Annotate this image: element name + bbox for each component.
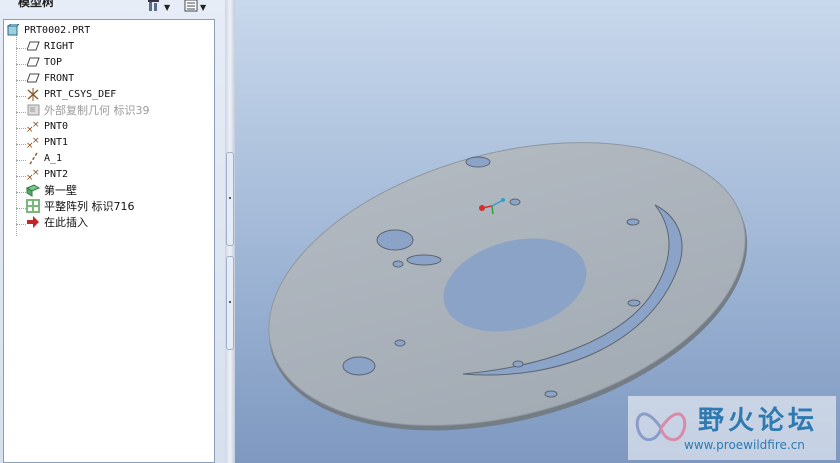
plate-hole [626,218,640,226]
plate-hole [512,360,524,368]
plate-hole [627,299,641,307]
tree-item-insert-here[interactable]: 在此插入 [26,214,88,230]
tree-branch [16,176,26,177]
tree-item-label: PNT0 [44,120,69,132]
tree-branch [16,208,26,209]
plate-hole [406,254,442,266]
tree-item-pnt1[interactable]: × × PNT1 [26,134,68,150]
tree-item-a1[interactable]: A_1 [26,150,62,166]
part-icon [6,23,20,37]
datum-point-icon: × × [26,167,40,181]
pattern-icon [26,199,40,213]
tree-item-label: 第一壁 [44,184,77,197]
tree-branch [16,112,26,113]
tree-item-pnt2[interactable]: × × PNT2 [26,166,68,182]
tree-branch [16,224,26,225]
chevron-down-icon: ▼ [164,2,171,12]
settings-icon [148,0,162,15]
insert-here-arrow-icon [26,215,40,229]
tree-branch [16,96,26,97]
tree-branch [16,160,26,161]
tree-item-label: RIGHT [44,40,75,52]
plate-hole [392,260,404,268]
watermark-url: www.proewildfire.cn [684,438,805,452]
tree-item-external-copy-geometry[interactable]: 外部复制几何 标识39 [26,102,150,118]
tree-item-pattern[interactable]: 平整阵列 标识716 [26,198,135,214]
model-tree-title: 模型树 [18,0,55,9]
tree-columns-icon [184,0,198,15]
butterfly-logo-icon [635,412,687,442]
splitter-sash-lower[interactable] [226,256,234,350]
site-watermark: 野火论坛 www.proewildfire.cn [628,396,836,460]
tree-branch [16,80,26,81]
coordinate-system-icon [26,87,40,101]
tree-item-first-wall[interactable]: 第一壁 [26,182,77,198]
tree-branch [16,128,26,129]
external-copy-geometry-icon [26,103,40,117]
svg-text:×: × [32,120,40,130]
settings-dropdown-button[interactable]: ▼ [148,0,178,14]
tree-branch [16,48,26,49]
tree-item-label: PNT1 [44,136,69,148]
svg-text:×: × [32,168,40,178]
chevron-down-icon: ▼ [200,2,207,12]
tree-root[interactable]: PRT0002.PRT [6,22,90,38]
tree-item-right[interactable]: RIGHT [26,38,74,54]
tree-item-label: TOP [44,56,63,68]
tree-item-label: 平整阵列 标识716 [44,200,135,213]
datum-plane-icon [26,39,40,53]
datum-plane-icon [26,55,40,69]
sheetmetal-wall-icon [26,183,40,197]
datum-plane-icon [26,71,40,85]
datum-point-icon: × × [26,135,40,149]
tree-item-label: PNT2 [44,168,69,180]
tree-item-label: 在此插入 [44,216,88,229]
plate-hole [465,156,491,168]
model-tree-header: 模型树 ▼ ▼ [0,0,225,18]
tree-item-label: A_1 [44,152,63,164]
plate-hole [509,198,521,206]
tree-root-label: PRT0002.PRT [24,24,91,36]
datum-point-icon: × × [26,119,40,133]
tree-branch [16,192,26,193]
panel-splitter[interactable] [225,0,235,463]
plate-hole [376,229,414,251]
watermark-title: 野火论坛 [698,406,819,436]
plate-hole [342,356,376,376]
tree-item-pnt0[interactable]: × × PNT0 [26,118,68,134]
plate-hole [544,390,558,398]
tree-branch [16,144,26,145]
datum-axis-icon [26,151,40,165]
model-render [268,142,748,431]
model-tree-panel: 模型树 ▼ ▼ PRT0002.PRT RIGHT TOP FRONT PRT_… [0,0,225,463]
graphics-viewport[interactable] [235,0,840,463]
plate-hole [394,339,406,347]
tree-item-label: PRT_CSYS_DEF [44,88,117,100]
tree-item-top[interactable]: TOP [26,54,62,70]
model-tree: PRT0002.PRT RIGHT TOP FRONT PRT_CSYS_DEF… [3,19,215,463]
tree-item-label: 外部复制几何 标识39 [44,104,150,117]
tree-branch [16,64,26,65]
tree-item-front[interactable]: FRONT [26,70,74,86]
tree-item-csys[interactable]: PRT_CSYS_DEF [26,86,116,102]
splitter-sash-upper[interactable] [226,152,234,246]
tree-item-label: FRONT [44,72,75,84]
svg-text:×: × [32,136,40,146]
tree-columns-dropdown-button[interactable]: ▼ [184,0,214,14]
